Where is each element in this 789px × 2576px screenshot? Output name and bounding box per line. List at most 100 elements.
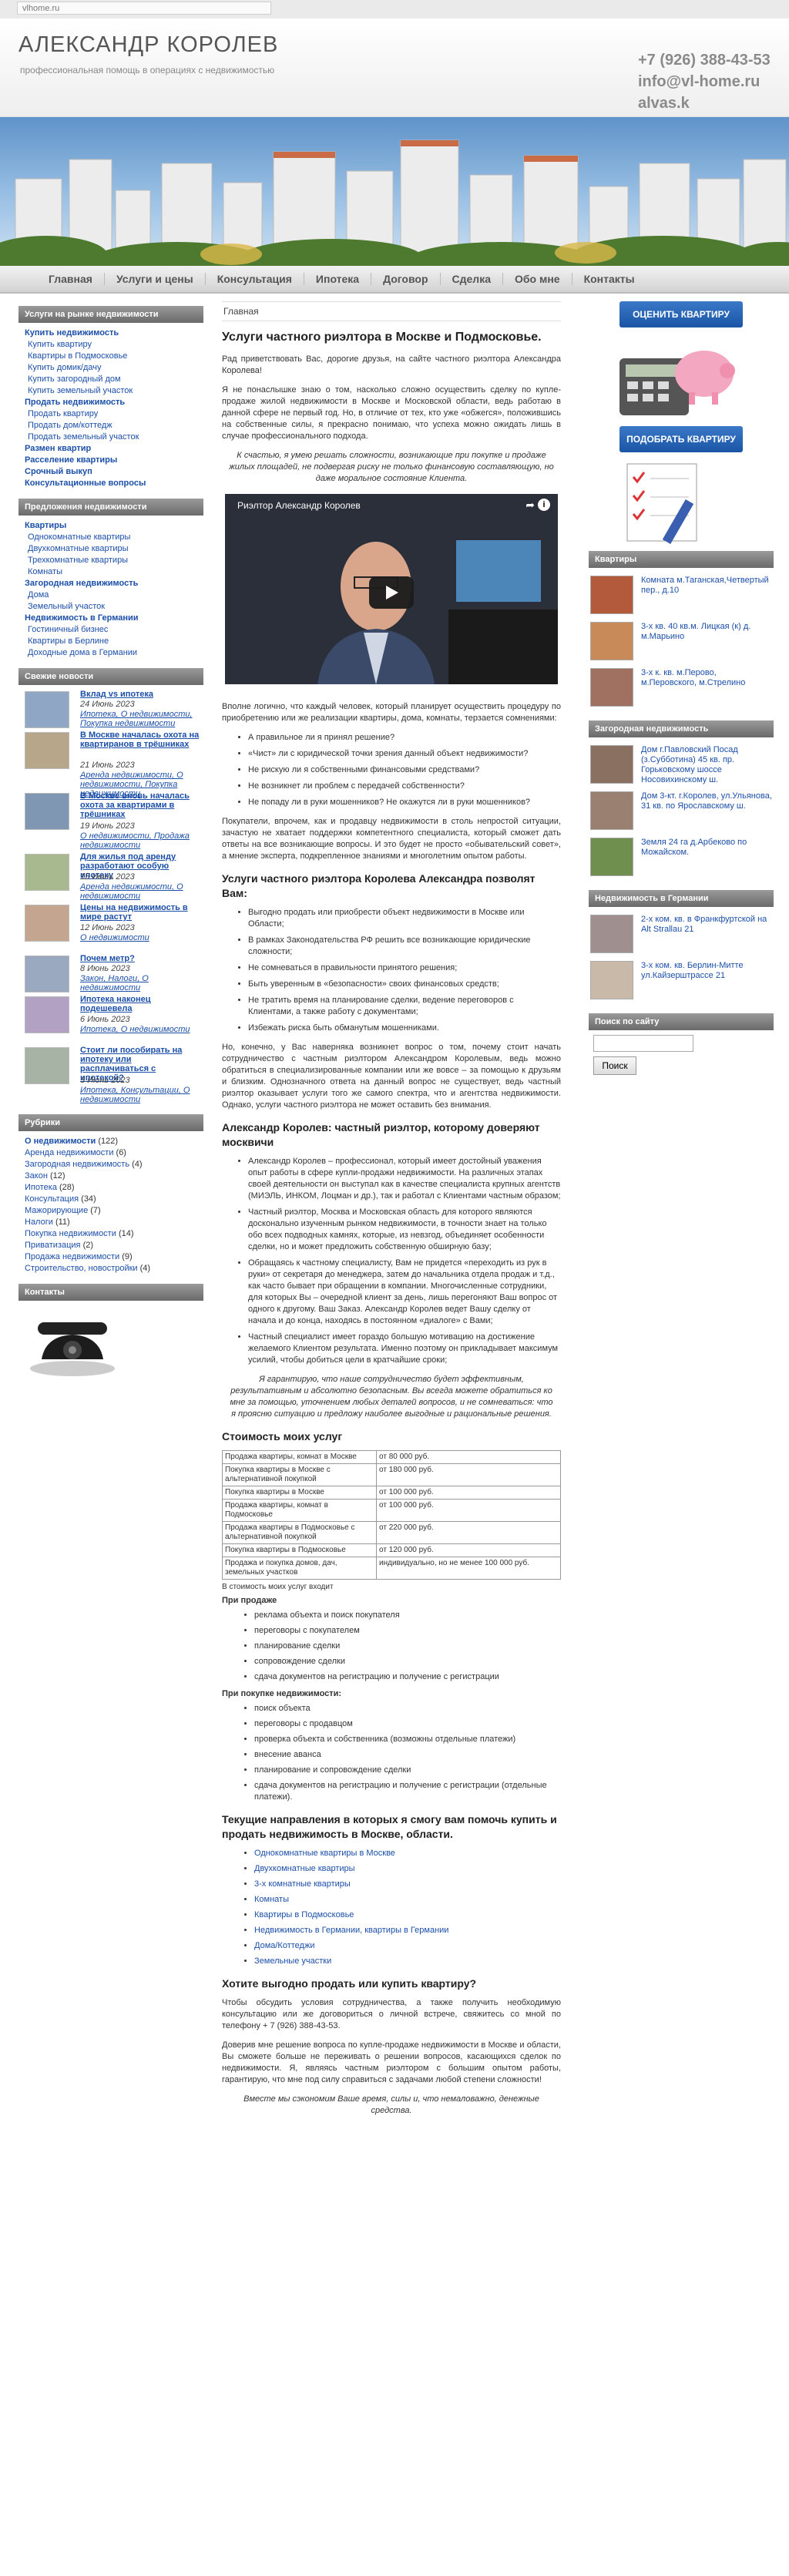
- share-icon[interactable]: ➦: [525, 499, 535, 512]
- news-thumbnail[interactable]: [25, 1047, 69, 1084]
- property-thumbnail[interactable]: [590, 745, 633, 784]
- sidebar-link[interactable]: Купить загородный дом: [18, 374, 203, 385]
- sidebar-link[interactable]: Срочный выкуп: [18, 466, 203, 478]
- news-categories[interactable]: Ипотека, О недвижимости, Покупка недвижи…: [80, 710, 196, 728]
- sidebar-link[interactable]: Земельный участок: [18, 601, 203, 613]
- list-link[interactable]: Комнаты: [254, 1895, 289, 1904]
- sidebar-link[interactable]: Консультационные вопросы: [18, 478, 203, 489]
- news-categories[interactable]: О недвижимости: [80, 933, 196, 942]
- news-categories[interactable]: Закон, Налоги, О недвижимости: [80, 974, 196, 992]
- sidebar-link[interactable]: Доходные дома в Германии: [18, 647, 203, 659]
- sidebar-link[interactable]: Однокомнатные квартиры: [18, 532, 203, 543]
- news-thumbnail[interactable]: [25, 691, 69, 728]
- site-title[interactable]: АЛЕКСАНДР КОРОЛЕВ: [18, 32, 278, 58]
- property-link[interactable]: Дом 3-кт. г.Королев, ул.Ульянова, 31 кв.…: [641, 791, 772, 811]
- rubric-link[interactable]: Покупка недвижимости: [25, 1229, 116, 1238]
- sidebar-link[interactable]: Комнаты: [18, 566, 203, 578]
- sidebar-link[interactable]: Продать квартиру: [18, 408, 203, 420]
- sidebar-link[interactable]: Продать дом/коттедж: [18, 420, 203, 432]
- news-thumbnail[interactable]: [25, 793, 69, 830]
- sidebar-link[interactable]: Расселение квартиры: [18, 455, 203, 466]
- sidebar-link[interactable]: Купить квартиру: [18, 339, 203, 351]
- news-title[interactable]: Почем метр?: [80, 954, 200, 963]
- list-link[interactable]: Недвижимость в Германии, квартиры в Герм…: [254, 1926, 448, 1935]
- rubric-link[interactable]: Аренда недвижимости: [25, 1148, 113, 1157]
- news-categories[interactable]: Ипотека, О недвижимости: [80, 1025, 196, 1034]
- news-categories[interactable]: Аренда недвижимости, О недвижимости: [80, 882, 196, 901]
- sidebar-link[interactable]: Недвижимость в Германии: [18, 613, 203, 624]
- sidebar-link[interactable]: Купить земельный участок: [18, 385, 203, 397]
- news-title[interactable]: В Москве вновь началась охота за квартир…: [80, 791, 200, 819]
- video-title[interactable]: Риэлтор Александр Королев: [237, 500, 361, 511]
- sidebar-link[interactable]: Квартиры: [18, 520, 203, 532]
- breadcrumb[interactable]: Главная: [222, 301, 561, 321]
- rubric-link[interactable]: Закон: [25, 1171, 48, 1181]
- youtube-video-player[interactable]: Риэлтор Александр Королев ➦ i: [225, 494, 558, 684]
- list-link[interactable]: 3-х комнатные квартиры: [254, 1879, 351, 1889]
- rubric-link[interactable]: Консультация: [25, 1194, 79, 1204]
- news-categories[interactable]: О недвижимости, Продажа недвижимости: [80, 831, 196, 850]
- news-title[interactable]: Вклад vs ипотека: [80, 690, 200, 699]
- search-input[interactable]: [593, 1035, 693, 1052]
- sidebar-link[interactable]: Гостиничный бизнес: [18, 624, 203, 636]
- nav-contacts[interactable]: Контакты: [572, 273, 646, 285]
- property-link[interactable]: 3-х кв. 40 кв.м. Лицкая (к) д. м.Марьино: [641, 622, 772, 642]
- sidebar-link[interactable]: Загородная недвижимость: [18, 578, 203, 589]
- header-email[interactable]: info@vl-home.ru: [638, 71, 771, 92]
- sidebar-link[interactable]: Продать земельный участок: [18, 432, 203, 443]
- sidebar-link[interactable]: Трехкомнатные квартиры: [18, 555, 203, 566]
- nav-consultation[interactable]: Консультация: [206, 273, 304, 285]
- property-link[interactable]: Земля 24 га д.Арбеково по Можайском.: [641, 838, 772, 858]
- info-icon[interactable]: i: [538, 499, 550, 511]
- rubric-link[interactable]: Строительство, новостройки: [25, 1264, 138, 1273]
- news-title[interactable]: Ипотека наконец подешевела: [80, 995, 200, 1013]
- sidebar-link[interactable]: Размен квартир: [18, 443, 203, 455]
- rubric-link[interactable]: Продажа недвижимости: [25, 1252, 119, 1261]
- list-link[interactable]: Двухкомнатные квартиры: [254, 1864, 355, 1873]
- rubric-link[interactable]: Приватизация: [25, 1241, 81, 1250]
- sidebar-link[interactable]: Продать недвижимость: [18, 397, 203, 408]
- list-link[interactable]: Дома/Коттеджи: [254, 1941, 314, 1950]
- list-link[interactable]: Квартиры в Подмосковье: [254, 1910, 354, 1919]
- property-thumbnail[interactable]: [590, 622, 633, 660]
- news-thumbnail[interactable]: [25, 905, 69, 942]
- nav-deal[interactable]: Сделка: [441, 273, 503, 285]
- play-button-icon[interactable]: [369, 576, 414, 609]
- news-thumbnail[interactable]: [25, 854, 69, 891]
- property-thumbnail[interactable]: [590, 961, 633, 999]
- rubric-link[interactable]: Налоги: [25, 1217, 53, 1227]
- property-link[interactable]: 2-х ком. кв. в Франкфуртской на Alt Stra…: [641, 915, 772, 935]
- rubric-link[interactable]: О недвижимости: [25, 1137, 96, 1146]
- list-link[interactable]: Земельные участки: [254, 1956, 331, 1966]
- property-thumbnail[interactable]: [590, 915, 633, 953]
- property-thumbnail[interactable]: [590, 668, 633, 707]
- news-thumbnail[interactable]: [25, 732, 69, 769]
- rubric-link[interactable]: Мажорирующие: [25, 1206, 88, 1215]
- news-thumbnail[interactable]: [25, 996, 69, 1033]
- nav-mortgage[interactable]: Ипотека: [304, 273, 372, 285]
- nav-about[interactable]: Обо мне: [503, 273, 572, 285]
- sidebar-link[interactable]: Купить домик/дачу: [18, 362, 203, 374]
- property-link[interactable]: 3-х ком. кв. Берлин-Митте ул.Кайзерштрас…: [641, 961, 772, 981]
- news-title[interactable]: Цены на недвижимость в мире растут: [80, 903, 200, 922]
- property-link[interactable]: 3-х к. кв. м.Перово, м.Перовского, м.Стр…: [641, 668, 772, 688]
- news-categories[interactable]: Ипотека, Консультации, О недвижимости: [80, 1086, 196, 1104]
- property-link[interactable]: Дом г.Павловский Посад (з.Субботинa) 45 …: [641, 745, 772, 785]
- news-title[interactable]: В Москве началась охота на квартиранов в…: [80, 730, 200, 749]
- nav-home[interactable]: Главная: [37, 273, 105, 285]
- property-thumbnail[interactable]: [590, 838, 633, 876]
- sidebar-link[interactable]: Двухкомнатные квартиры: [18, 543, 203, 555]
- list-link[interactable]: Однокомнатные квартиры в Москве: [254, 1849, 395, 1858]
- nav-services[interactable]: Услуги и цены: [105, 273, 206, 285]
- news-thumbnail[interactable]: [25, 956, 69, 992]
- property-thumbnail[interactable]: [590, 576, 633, 614]
- search-button[interactable]: Поиск: [593, 1056, 636, 1075]
- sidebar-link[interactable]: Дома: [18, 589, 203, 601]
- nav-contract[interactable]: Договор: [371, 273, 441, 285]
- evaluate-flat-button[interactable]: ОЦЕНИТЬ КВАРТИРУ: [619, 301, 743, 327]
- select-flat-button[interactable]: ПОДОБРАТЬ КВАРТИРУ: [619, 426, 743, 452]
- rubric-link[interactable]: Ипотека: [25, 1183, 57, 1192]
- property-thumbnail[interactable]: [590, 791, 633, 830]
- sidebar-link[interactable]: Квартиры в Берлине: [18, 636, 203, 647]
- sidebar-link[interactable]: Квартиры в Подмосковье: [18, 351, 203, 362]
